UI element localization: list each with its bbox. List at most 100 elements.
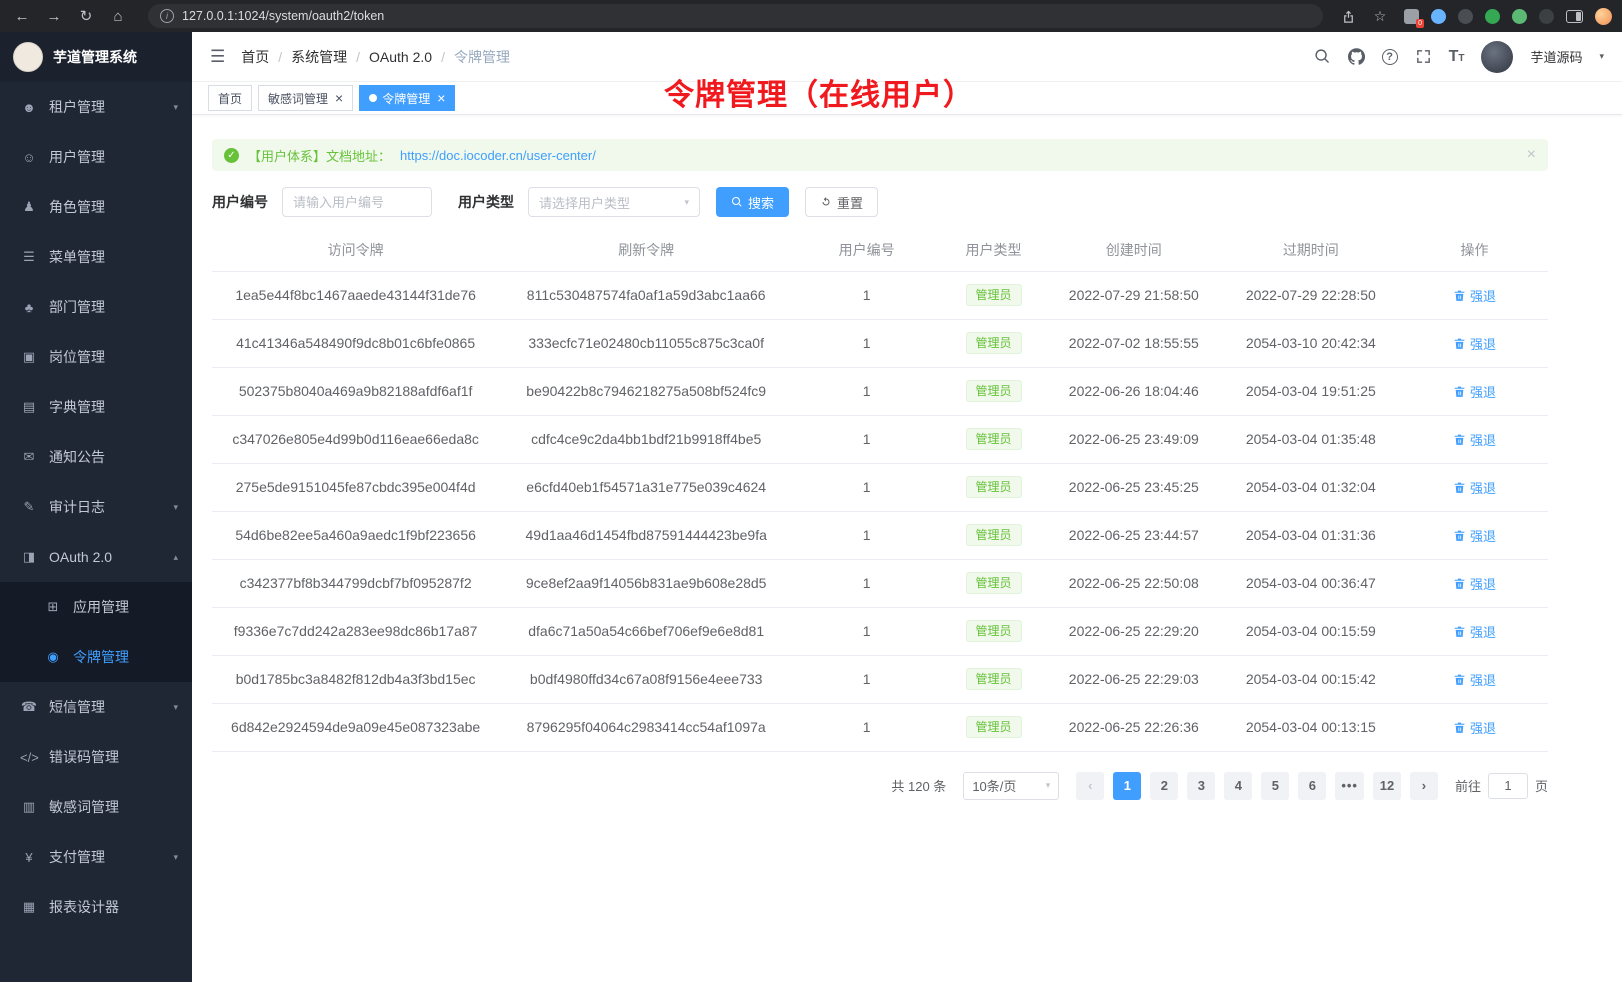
force-logout-button[interactable]: 强退 bbox=[1453, 334, 1496, 353]
extensions-menu-icon[interactable] bbox=[1539, 9, 1554, 24]
search-icon[interactable] bbox=[1314, 48, 1331, 65]
sidebar-item[interactable]: </>错误码管理 bbox=[0, 732, 192, 782]
force-logout-button[interactable]: 强退 bbox=[1453, 526, 1496, 545]
page-button[interactable]: 2 bbox=[1150, 772, 1178, 800]
extension-green-icon[interactable] bbox=[1485, 9, 1500, 24]
cell-access-token: f9336e7c7dd242a283ee98dc86b17a87 bbox=[212, 607, 499, 655]
force-logout-button[interactable]: 强退 bbox=[1453, 430, 1496, 449]
bookmark-star-icon[interactable]: ☆ bbox=[1368, 4, 1392, 28]
font-size-icon[interactable]: TT bbox=[1449, 48, 1465, 66]
cell-user-type: 管理员 bbox=[940, 607, 1047, 655]
browser-home-icon[interactable]: ⌂ bbox=[106, 4, 130, 28]
page-button[interactable]: 1 bbox=[1113, 772, 1141, 800]
page-button[interactable]: 12 bbox=[1373, 772, 1401, 800]
sidebar-item[interactable]: ☻租户管理▾ bbox=[0, 82, 192, 132]
browser-back-icon[interactable]: ← bbox=[10, 4, 34, 28]
force-logout-button[interactable]: 强退 bbox=[1453, 718, 1496, 737]
sidebar-item[interactable]: ♟角色管理 bbox=[0, 182, 192, 232]
user-id-input[interactable] bbox=[282, 187, 432, 217]
sidebar-subitem[interactable]: ◉令牌管理 bbox=[0, 632, 192, 682]
page-button[interactable]: 6 bbox=[1298, 772, 1326, 800]
chevron-down-icon[interactable]: ▾ bbox=[1599, 51, 1604, 62]
pagination-pages: 123456•••12 bbox=[1113, 772, 1401, 800]
page-button[interactable]: 4 bbox=[1224, 772, 1252, 800]
tab-close-icon[interactable]: × bbox=[335, 91, 343, 105]
sidebar-item[interactable]: ♣部门管理 bbox=[0, 282, 192, 332]
sidebar-item[interactable]: ☰菜单管理 bbox=[0, 232, 192, 282]
github-icon[interactable] bbox=[1348, 48, 1365, 65]
reset-button[interactable]: 重置 bbox=[805, 187, 878, 217]
share-icon[interactable] bbox=[1341, 9, 1356, 24]
force-logout-button[interactable]: 强退 bbox=[1453, 574, 1496, 593]
sidebar-item[interactable]: ☺用户管理 bbox=[0, 132, 192, 182]
user-name[interactable]: 芋道源码 bbox=[1530, 47, 1582, 66]
sidebar-item[interactable]: ▦报表设计器 bbox=[0, 882, 192, 932]
sidebar-toggle-icon[interactable]: ☰ bbox=[210, 47, 225, 67]
extension-puzzle-icon[interactable] bbox=[1512, 9, 1527, 24]
cell-user-type: 管理员 bbox=[940, 319, 1047, 367]
help-icon[interactable]: ? bbox=[1382, 49, 1398, 65]
user-avatar[interactable] bbox=[1481, 41, 1513, 73]
next-page-button[interactable]: › bbox=[1410, 772, 1438, 800]
fullscreen-icon[interactable] bbox=[1415, 48, 1432, 65]
doc-link[interactable]: https://doc.iocoder.cn/user-center/ bbox=[400, 148, 596, 163]
cell-user-type: 管理员 bbox=[940, 367, 1047, 415]
browser-profile-avatar[interactable] bbox=[1595, 8, 1612, 25]
force-logout-label: 强退 bbox=[1470, 622, 1496, 641]
oauth-icon: ◨ bbox=[20, 549, 38, 565]
search-button[interactable]: 搜索 bbox=[716, 187, 789, 217]
user-type-select[interactable]: 请选择用户类型 ▾ bbox=[528, 187, 700, 217]
extension-dark-icon[interactable] bbox=[1458, 9, 1473, 24]
page-button[interactable]: 3 bbox=[1187, 772, 1215, 800]
tab-item[interactable]: 首页 bbox=[208, 85, 252, 111]
sidebar-item[interactable]: ▣岗位管理 bbox=[0, 332, 192, 382]
cell-user-id: 1 bbox=[793, 271, 940, 319]
sidebar-item[interactable]: ▥敏感词管理 bbox=[0, 782, 192, 832]
breadcrumb-item[interactable]: 首页 bbox=[241, 47, 269, 67]
sidebar-item-label: 报表设计器 bbox=[49, 897, 178, 917]
cell-refresh-token: 49d1aa46d1454fbd87591444423be9fa bbox=[499, 511, 793, 559]
force-logout-button[interactable]: 强退 bbox=[1453, 670, 1496, 689]
force-logout-button[interactable]: 强退 bbox=[1453, 382, 1496, 401]
force-logout-label: 强退 bbox=[1470, 718, 1496, 737]
app-logo[interactable]: 芋道管理系统 bbox=[0, 32, 192, 82]
chevron-up-icon: ▴ bbox=[173, 552, 178, 563]
tab-item[interactable]: 令牌管理× bbox=[359, 85, 455, 111]
page-button[interactable]: 5 bbox=[1261, 772, 1289, 800]
extension-badged-icon[interactable]: 0 bbox=[1404, 9, 1419, 24]
sidebar-subitem[interactable]: ⊞应用管理 bbox=[0, 582, 192, 632]
address-bar[interactable]: i 127.0.0.1:1024/system/oauth2/token bbox=[148, 4, 1323, 28]
sidebar-item[interactable]: ☎短信管理▾ bbox=[0, 682, 192, 732]
alert-close-icon[interactable]: × bbox=[1527, 146, 1536, 164]
sidebar-item-label: 通知公告 bbox=[49, 447, 178, 467]
sidebar-item[interactable]: ✎审计日志▾ bbox=[0, 482, 192, 532]
page-size-select[interactable]: 10条/页 ▾ bbox=[963, 772, 1059, 800]
cell-access-token: 1ea5e44f8bc1467aaede43144f31de76 bbox=[212, 271, 499, 319]
user-type-placeholder: 请选择用户类型 bbox=[539, 193, 630, 212]
sidebar-item[interactable]: ▤字典管理 bbox=[0, 382, 192, 432]
tab-item[interactable]: 敏感词管理× bbox=[258, 85, 353, 111]
tab-close-icon[interactable]: × bbox=[437, 91, 445, 105]
force-logout-button[interactable]: 强退 bbox=[1453, 622, 1496, 641]
force-logout-button[interactable]: 强退 bbox=[1453, 286, 1496, 305]
prev-page-button[interactable]: ‹ bbox=[1076, 772, 1104, 800]
side-panel-icon[interactable] bbox=[1566, 10, 1583, 23]
sidebar-item-label: 部门管理 bbox=[49, 297, 178, 317]
sidebar-item-label: 菜单管理 bbox=[49, 247, 178, 267]
force-logout-button[interactable]: 强退 bbox=[1453, 478, 1496, 497]
sidebar-item[interactable]: ¥支付管理▾ bbox=[0, 832, 192, 882]
cell-expire-time: 2054-03-10 20:42:34 bbox=[1221, 319, 1401, 367]
browser-reload-icon[interactable]: ↻ bbox=[74, 4, 98, 28]
extension-blue-icon[interactable] bbox=[1431, 9, 1446, 24]
breadcrumb-item[interactable]: 系统管理 bbox=[291, 47, 347, 67]
cell-create-time: 2022-07-29 21:58:50 bbox=[1047, 271, 1221, 319]
goto-page-input[interactable] bbox=[1488, 773, 1528, 799]
sidebar-item[interactable]: ✉通知公告 bbox=[0, 432, 192, 482]
sidebar-item[interactable]: ◨OAuth 2.0▴ bbox=[0, 532, 192, 582]
site-info-icon[interactable]: i bbox=[160, 9, 174, 23]
cell-refresh-token: 333ecfc71e02480cb11055c875c3ca0f bbox=[499, 319, 793, 367]
column-header: 操作 bbox=[1401, 229, 1548, 271]
breadcrumb-item[interactable]: OAuth 2.0 bbox=[369, 49, 432, 65]
browser-forward-icon[interactable]: → bbox=[42, 4, 66, 28]
tenant-icon: ☻ bbox=[20, 100, 38, 115]
